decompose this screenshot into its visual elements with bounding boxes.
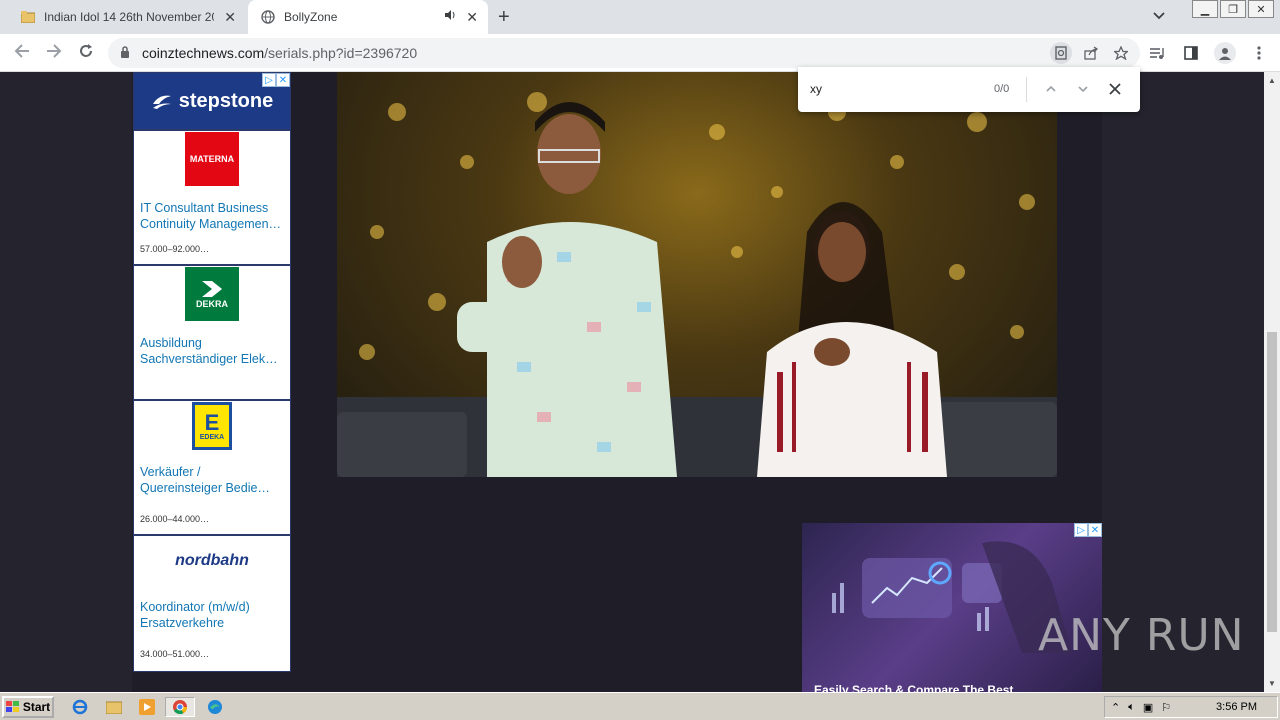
network-icon[interactable]: ▣ — [1143, 701, 1153, 714]
back-arrow-icon[interactable] — [14, 43, 30, 64]
address-bar[interactable]: coinztechnews.com/serials.php?id=2396720 — [108, 38, 1140, 68]
url-text: coinztechnews.com/serials.php?id=2396720 — [142, 45, 417, 61]
media-control-icon[interactable] — [1146, 42, 1168, 64]
find-bar: 0/0 — [798, 67, 1140, 112]
brand-name: stepstone — [178, 89, 274, 112]
job-salary: 26.000–44.000… — [140, 514, 210, 524]
reload-icon[interactable] — [78, 43, 94, 64]
chrome-taskbar-icon[interactable] — [165, 697, 195, 717]
tab-close-icon[interactable]: ✕ — [224, 9, 236, 26]
video-frame-image — [337, 92, 1057, 477]
globe-icon — [260, 9, 276, 25]
job-title[interactable]: Koordinator (m/w/d) Ersatzverkehre — [140, 599, 284, 631]
tab-indian-idol[interactable]: Indian Idol 14 26th November 2023 ✕ — [8, 0, 246, 34]
start-label: Start — [22, 700, 51, 714]
job-salary: 57.000–92.000… — [140, 244, 210, 254]
ad-close-icon[interactable]: ✕ — [276, 73, 290, 87]
system-tray: ⌃ 🔈︎ ▣ ⚐ 3:56 PM — [1104, 696, 1278, 718]
media-player-icon[interactable] — [137, 697, 157, 717]
stepstone-icon — [152, 95, 171, 109]
url-path: /serials.php?id=2396720 — [264, 45, 418, 61]
windows-taskbar: Start ⌃ 🔈︎ ▣ ⚐ 3:56 PM — [0, 692, 1280, 720]
edeka-logo-text: EDEKA — [199, 433, 225, 441]
lock-icon[interactable] — [120, 46, 130, 64]
job-listing[interactable]: E EDEKA Verkäufer / Quereinsteiger Bedie… — [134, 399, 290, 534]
job-title[interactable]: Ausbildung Sachverständiger Elek… — [140, 335, 284, 367]
close-window-button[interactable]: ✕ — [1248, 0, 1274, 18]
forward-arrow-icon[interactable] — [46, 43, 62, 64]
video-player[interactable] — [337, 72, 1057, 477]
job-title[interactable]: IT Consultant Business Continuity Manage… — [140, 200, 284, 232]
ad-headline[interactable]: Easily Search & Compare The Best — [814, 683, 1013, 692]
restore-button[interactable]: ❐ — [1220, 0, 1246, 18]
tab-title: Indian Idol 14 26th November 2023 — [44, 10, 214, 24]
find-divider — [1026, 77, 1027, 102]
scroll-down-icon[interactable]: ▼ — [1268, 679, 1276, 688]
job-listing[interactable]: nordbahn Koordinator (m/w/d) Ersatzverke… — [134, 534, 290, 669]
chevron-up-icon[interactable] — [1040, 78, 1062, 100]
tab-title: BollyZone — [284, 10, 338, 24]
ad-graphic-image — [832, 541, 1072, 653]
start-button[interactable]: Start — [2, 696, 54, 718]
find-input[interactable] — [810, 79, 970, 99]
clock[interactable]: 3:56 PM — [1216, 701, 1257, 713]
minimize-button[interactable]: ▁ — [1192, 0, 1218, 18]
share-icon[interactable] — [1080, 42, 1102, 64]
tab-strip: Indian Idol 14 26th November 2023 ✕ Boll… — [0, 0, 1280, 34]
file-explorer-icon[interactable] — [104, 697, 124, 717]
scrollbar-thumb[interactable] — [1267, 332, 1277, 632]
anyrun-watermark: ANY RUN — [1038, 610, 1245, 661]
scroll-up-icon[interactable]: ▲ — [1268, 76, 1276, 85]
tab-close-icon[interactable]: ✕ — [466, 9, 478, 26]
close-icon[interactable] — [1104, 78, 1126, 100]
page-scrollbar[interactable]: ▲ ▼ — [1264, 72, 1280, 692]
dekra-logo-text: DEKRA — [195, 299, 228, 309]
page-content: ▷ ✕ stepstone MATERNA IT Consultant Busi… — [0, 72, 1264, 692]
find-match-count: 0/0 — [994, 83, 1010, 95]
trading-ad-banner[interactable]: ▷ ✕ Easily Search & Compare The Best — [802, 523, 1102, 692]
job-ad-panel[interactable]: ▷ ✕ stepstone MATERNA IT Consultant Busi… — [133, 72, 291, 672]
dekra-mark-icon — [202, 281, 222, 297]
chevron-down-icon[interactable] — [1152, 8, 1166, 27]
new-tab-button[interactable]: + — [498, 6, 510, 29]
url-domain: coinztechnews.com — [142, 45, 265, 61]
job-listing[interactable]: MATERNA IT Consultant Business Continuit… — [134, 129, 290, 264]
internet-explorer-icon[interactable] — [70, 697, 90, 717]
job-salary: 34.000–51.000… — [140, 649, 210, 659]
speaker-icon[interactable] — [444, 9, 456, 24]
flag-icon[interactable]: ⚐ — [1161, 701, 1171, 714]
nordbahn-logo: nordbahn — [175, 552, 249, 569]
dekra-logo: DEKRA — [185, 267, 239, 321]
find-in-page-icon[interactable] — [1050, 42, 1072, 64]
edge-icon[interactable] — [205, 697, 225, 717]
more-menu-icon[interactable] — [1248, 42, 1270, 64]
job-title[interactable]: Verkäufer / Quereinsteiger Bedie… — [140, 464, 284, 496]
star-icon[interactable] — [1110, 42, 1132, 64]
ad-choices-icon[interactable]: ▷ — [262, 73, 276, 87]
edeka-logo: E EDEKA — [192, 402, 232, 450]
chevron-down-icon[interactable] — [1072, 78, 1094, 100]
windows-logo-icon — [5, 701, 19, 712]
folder-tab-icon — [20, 9, 36, 25]
materna-logo: MATERNA — [185, 132, 239, 186]
profile-avatar-icon[interactable] — [1214, 42, 1236, 64]
tray-expand-icon[interactable]: ⌃ — [1111, 701, 1120, 714]
tab-bollyzone[interactable]: BollyZone ✕ — [248, 0, 488, 34]
job-listing[interactable]: DEKRA Ausbildung Sachverständiger Elek… — [134, 264, 290, 399]
edeka-e-icon: E — [204, 409, 220, 435]
side-panel-icon[interactable] — [1180, 42, 1202, 64]
volume-icon[interactable]: 🔈︎ — [1128, 701, 1135, 714]
